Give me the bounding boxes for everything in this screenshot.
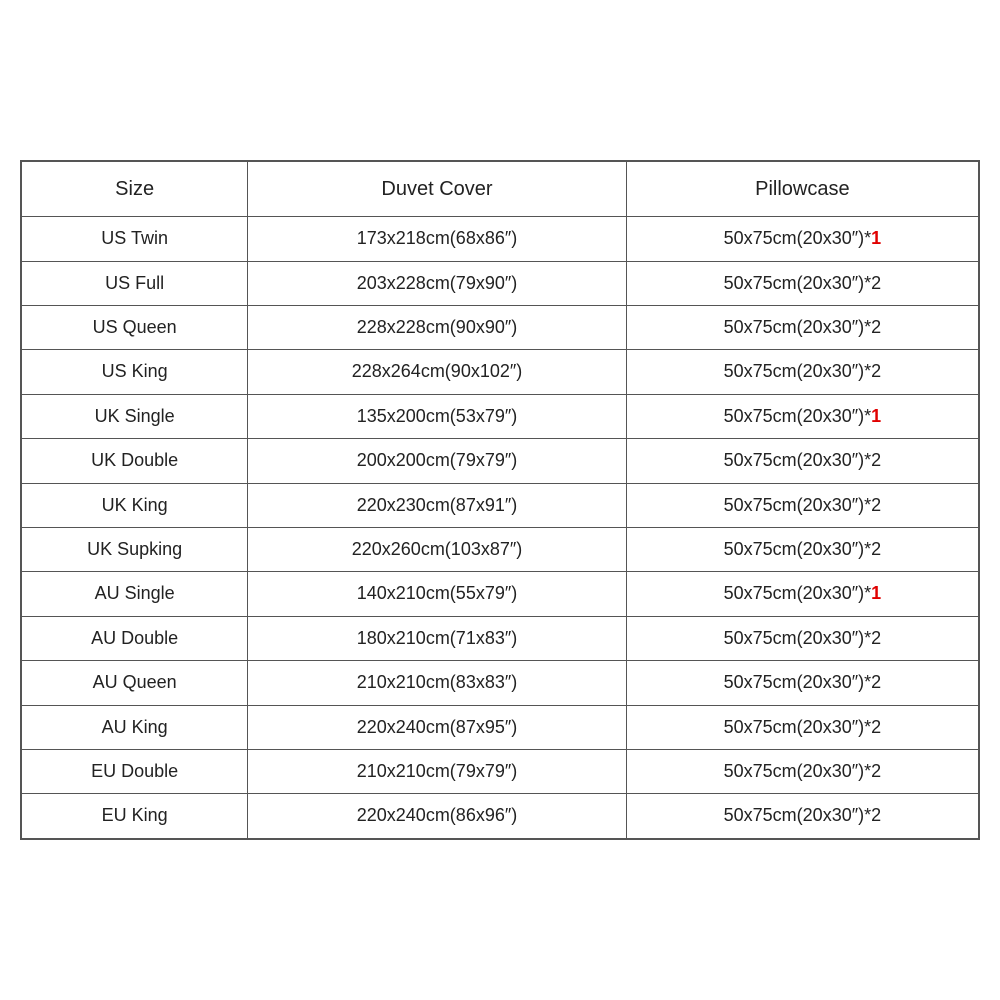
table-row: AU Single140x210cm(55x79″)50x75cm(20x30″… xyxy=(22,572,979,616)
pillow-cell: 50x75cm(20x30″)*1 xyxy=(626,217,978,261)
size-cell: AU King xyxy=(22,705,248,749)
table-row: AU King220x240cm(87x95″)50x75cm(20x30″)*… xyxy=(22,705,979,749)
duvet-cell: 180x210cm(71x83″) xyxy=(248,616,627,660)
pillow-cell: 50x75cm(20x30″)*2 xyxy=(626,661,978,705)
table-header-row: Size Duvet Cover Pillowcase xyxy=(22,162,979,217)
pillow-cell: 50x75cm(20x30″)*2 xyxy=(626,483,978,527)
duvet-cell: 200x200cm(79x79″) xyxy=(248,439,627,483)
table-row: US Full203x228cm(79x90″)50x75cm(20x30″)*… xyxy=(22,261,979,305)
duvet-cell: 228x264cm(90x102″) xyxy=(248,350,627,394)
duvet-cell: 210x210cm(83x83″) xyxy=(248,661,627,705)
pillow-cell: 50x75cm(20x30″)*2 xyxy=(626,705,978,749)
table-row: UK King220x230cm(87x91″)50x75cm(20x30″)*… xyxy=(22,483,979,527)
size-cell: US Full xyxy=(22,261,248,305)
duvet-cell: 140x210cm(55x79″) xyxy=(248,572,627,616)
pillow-cell: 50x75cm(20x30″)*2 xyxy=(626,350,978,394)
size-cell: AU Single xyxy=(22,572,248,616)
duvet-cell: 173x218cm(68x86″) xyxy=(248,217,627,261)
header-pillowcase: Pillowcase xyxy=(626,162,978,217)
table-row: UK Supking220x260cm(103x87″)50x75cm(20x3… xyxy=(22,528,979,572)
pillow-cell: 50x75cm(20x30″)*2 xyxy=(626,439,978,483)
pillow-cell: 50x75cm(20x30″)*2 xyxy=(626,616,978,660)
duvet-cell: 220x260cm(103x87″) xyxy=(248,528,627,572)
duvet-cell: 220x230cm(87x91″) xyxy=(248,483,627,527)
size-cell: UK Supking xyxy=(22,528,248,572)
duvet-cell: 220x240cm(86x96″) xyxy=(248,794,627,838)
pillow-cell: 50x75cm(20x30″)*1 xyxy=(626,572,978,616)
table-row: AU Queen210x210cm(83x83″)50x75cm(20x30″)… xyxy=(22,661,979,705)
size-cell: US Twin xyxy=(22,217,248,261)
duvet-cell: 203x228cm(79x90″) xyxy=(248,261,627,305)
size-cell: US King xyxy=(22,350,248,394)
size-cell: EU King xyxy=(22,794,248,838)
size-cell: US Queen xyxy=(22,306,248,350)
header-duvet: Duvet Cover xyxy=(248,162,627,217)
duvet-cell: 220x240cm(87x95″) xyxy=(248,705,627,749)
duvet-cell: 210x210cm(79x79″) xyxy=(248,749,627,793)
pillow-cell: 50x75cm(20x30″)*2 xyxy=(626,749,978,793)
pillow-cell: 50x75cm(20x30″)*1 xyxy=(626,394,978,438)
table-row: UK Double200x200cm(79x79″)50x75cm(20x30″… xyxy=(22,439,979,483)
table-row: US Queen228x228cm(90x90″)50x75cm(20x30″)… xyxy=(22,306,979,350)
table-row: EU King220x240cm(86x96″)50x75cm(20x30″)*… xyxy=(22,794,979,838)
pillow-cell: 50x75cm(20x30″)*2 xyxy=(626,306,978,350)
size-cell: UK King xyxy=(22,483,248,527)
header-size: Size xyxy=(22,162,248,217)
size-cell: AU Queen xyxy=(22,661,248,705)
size-cell: UK Single xyxy=(22,394,248,438)
pillow-cell: 50x75cm(20x30″)*2 xyxy=(626,528,978,572)
pillow-cell: 50x75cm(20x30″)*2 xyxy=(626,794,978,838)
table-row: EU Double210x210cm(79x79″)50x75cm(20x30″… xyxy=(22,749,979,793)
duvet-cell: 135x200cm(53x79″) xyxy=(248,394,627,438)
pillow-cell: 50x75cm(20x30″)*2 xyxy=(626,261,978,305)
table-row: US Twin173x218cm(68x86″)50x75cm(20x30″)*… xyxy=(22,217,979,261)
table-row: UK Single135x200cm(53x79″)50x75cm(20x30″… xyxy=(22,394,979,438)
table-row: US King228x264cm(90x102″)50x75cm(20x30″)… xyxy=(22,350,979,394)
table-row: AU Double180x210cm(71x83″)50x75cm(20x30″… xyxy=(22,616,979,660)
size-cell: UK Double xyxy=(22,439,248,483)
size-chart-table: Size Duvet Cover Pillowcase US Twin173x2… xyxy=(21,161,979,838)
size-cell: EU Double xyxy=(22,749,248,793)
size-chart-container: Size Duvet Cover Pillowcase US Twin173x2… xyxy=(20,160,980,839)
duvet-cell: 228x228cm(90x90″) xyxy=(248,306,627,350)
size-cell: AU Double xyxy=(22,616,248,660)
